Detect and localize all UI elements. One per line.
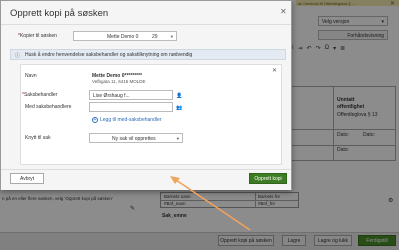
annotation-arrow [170,176,251,231]
